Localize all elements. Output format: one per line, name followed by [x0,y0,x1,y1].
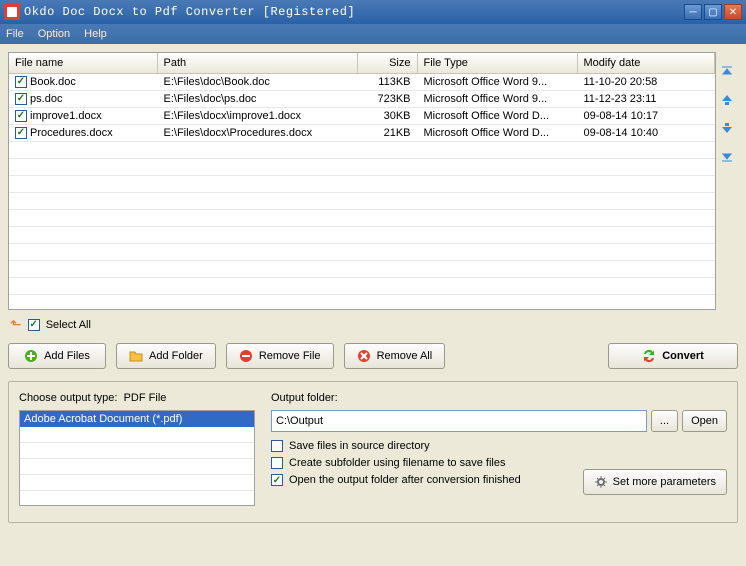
table-row[interactable] [9,260,715,277]
col-filename[interactable]: File name [9,53,157,73]
open-after-checkbox[interactable] [271,474,283,486]
set-more-parameters-button[interactable]: Set more parameters [583,469,727,495]
add-files-button[interactable]: Add Files [8,343,106,369]
table-row[interactable] [9,294,715,310]
save-source-checkbox[interactable] [271,440,283,452]
maximize-button[interactable]: ▢ [704,4,722,20]
up-folder-icon[interactable]: ⬑ [10,316,22,333]
table-row[interactable] [9,175,715,192]
move-bottom-button[interactable] [719,148,735,164]
table-row[interactable]: Book.docE:\Files\doc\Book.doc113KBMicros… [9,73,715,90]
choose-type-label: Choose output type: [19,392,117,404]
output-type-list[interactable]: Adobe Acrobat Document (*.pdf) [19,410,255,506]
convert-icon [642,349,656,363]
gear-icon [594,475,608,489]
save-source-label: Save files in source directory [289,440,430,452]
add-folder-button[interactable]: Add Folder [116,343,216,369]
row-checkbox[interactable] [15,93,27,105]
row-checkbox[interactable] [15,110,27,122]
remove-file-button[interactable]: Remove File [226,343,334,369]
remove-all-button[interactable]: Remove All [344,343,446,369]
open-folder-button[interactable]: Open [682,410,727,432]
table-row[interactable] [9,226,715,243]
table-row[interactable] [9,277,715,294]
col-size[interactable]: Size [357,53,417,73]
open-after-label: Open the output folder after conversion … [289,474,521,486]
window-title: Okdo Doc Docx to Pdf Converter [Register… [24,5,682,19]
reorder-arrows [716,52,738,310]
folder-icon [129,349,143,363]
table-row[interactable] [9,243,715,260]
type-value: PDF File [124,392,167,404]
app-icon [4,4,20,20]
row-checkbox[interactable] [15,76,27,88]
titlebar: Okdo Doc Docx to Pdf Converter [Register… [0,0,746,24]
output-folder-label: Output folder: [271,392,727,404]
table-row[interactable]: ps.docE:\Files\doc\ps.doc723KBMicrosoft … [9,90,715,107]
plus-icon [24,349,38,363]
move-up-button[interactable] [719,92,735,108]
table-row[interactable] [9,209,715,226]
col-date[interactable]: Modify date [577,53,715,73]
type-option[interactable]: Adobe Acrobat Document (*.pdf) [20,411,254,427]
menubar: File Option Help [0,24,746,44]
table-row[interactable]: improve1.docxE:\Files\docx\improve1.docx… [9,107,715,124]
create-subfolder-label: Create subfolder using filename to save … [289,457,505,469]
menu-option[interactable]: Option [38,28,70,40]
create-subfolder-checkbox[interactable] [271,457,283,469]
select-all-checkbox[interactable] [28,319,40,331]
remove-all-icon [357,349,371,363]
col-type[interactable]: File Type [417,53,577,73]
convert-button[interactable]: Convert [608,343,738,369]
row-checkbox[interactable] [15,127,27,139]
output-panel: Choose output type: PDF File Adobe Acrob… [8,381,738,523]
content: File name Path Size File Type Modify dat… [0,44,746,566]
table-row[interactable] [9,192,715,209]
menu-file[interactable]: File [6,28,24,40]
move-down-button[interactable] [719,120,735,136]
output-folder-input[interactable] [271,410,647,432]
close-button[interactable]: ✕ [724,4,742,20]
table-row[interactable] [9,158,715,175]
file-table[interactable]: File name Path Size File Type Modify dat… [8,52,716,310]
move-top-button[interactable] [719,64,735,80]
table-row[interactable]: Procedures.docxE:\Files\docx\Procedures.… [9,124,715,141]
minus-icon [239,349,253,363]
browse-button[interactable]: ... [651,410,678,432]
minimize-button[interactable]: ─ [684,4,702,20]
table-row[interactable] [9,141,715,158]
menu-help[interactable]: Help [84,28,107,40]
col-path[interactable]: Path [157,53,357,73]
select-all-label: Select All [46,319,91,331]
